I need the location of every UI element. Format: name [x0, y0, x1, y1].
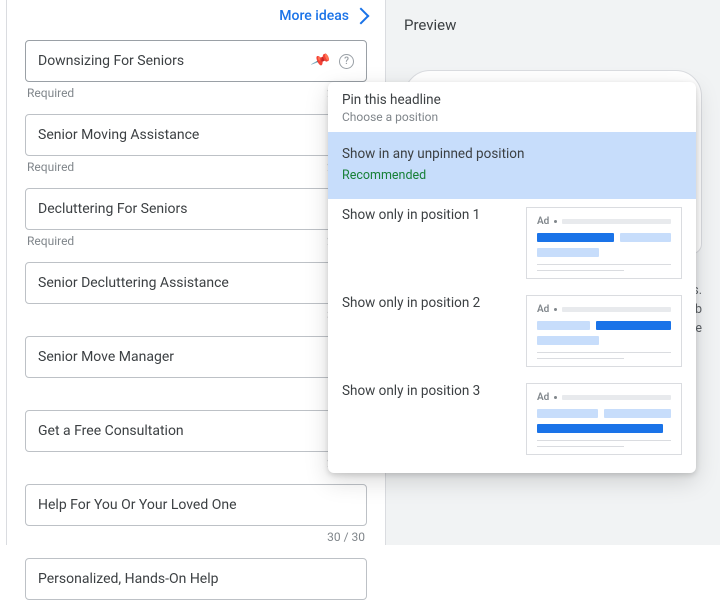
recommended-label: Recommended — [342, 168, 682, 183]
pin-option-pos1[interactable]: Show only in position 1 Ad — [328, 199, 696, 287]
headline-input[interactable]: Decluttering For Seniors — [25, 188, 367, 230]
headline-text: Help For You Or Your Loved One — [38, 497, 237, 513]
pin-option-label: Show in any unpinned position — [342, 146, 682, 162]
ad-position-preview-icon: Ad — [526, 295, 682, 367]
char-counter: 30 / 30 — [327, 530, 365, 544]
required-label: Required — [27, 160, 74, 174]
headline-text: Senior Move Manager — [38, 349, 174, 365]
headline-text: Senior Moving Assistance — [38, 127, 199, 143]
required-label: Required — [27, 86, 74, 100]
more-ideas-label: More ideas — [279, 8, 349, 24]
preview-label: Preview — [404, 16, 702, 34]
headline-input[interactable]: Downsizing For Seniors 📌 ? — [25, 40, 367, 82]
headline-input[interactable]: Get a Free Consultation — [25, 410, 367, 452]
headline-text: Decluttering For Seniors — [38, 201, 187, 217]
more-ideas-link[interactable]: More ideas — [25, 8, 367, 24]
headline-text: Personalized, Hands-On Help — [38, 571, 219, 587]
pin-headline-popover: Pin this headline Choose a position Show… — [328, 82, 696, 473]
ad-position-preview-icon: Ad — [526, 383, 682, 455]
required-label: Required — [27, 234, 74, 248]
headline-input[interactable]: Senior Moving Assistance — [25, 114, 367, 156]
ad-position-preview-icon: Ad — [526, 207, 682, 279]
pin-option-pos2[interactable]: Show only in position 2 Ad — [328, 287, 696, 375]
headline-text: Get a Free Consultation — [38, 423, 184, 439]
pin-option-label: Show only in position 3 — [342, 383, 480, 399]
headline-input[interactable]: Help For You Or Your Loved One — [25, 484, 367, 526]
headline-input[interactable]: Personalized, Hands-On Help — [25, 558, 367, 600]
popover-title: Pin this headline — [342, 92, 682, 108]
headline-input[interactable]: Senior Decluttering Assistance — [25, 262, 367, 304]
pin-option-pos3[interactable]: Show only in position 3 Ad — [328, 375, 696, 463]
pin-option-label: Show only in position 1 — [342, 207, 480, 223]
headline-text: Senior Decluttering Assistance — [38, 275, 229, 291]
headline-input[interactable]: Senior Move Manager — [25, 336, 367, 378]
pin-option-any[interactable]: Show in any unpinned position Recommende… — [328, 132, 696, 199]
pin-option-label: Show only in position 2 — [342, 295, 480, 311]
popover-subtitle: Choose a position — [342, 110, 682, 124]
chevron-right-icon — [353, 8, 370, 25]
pin-icon[interactable]: 📌 — [309, 51, 331, 72]
headline-text: Downsizing For Seniors — [38, 53, 184, 69]
help-icon[interactable]: ? — [339, 54, 354, 69]
